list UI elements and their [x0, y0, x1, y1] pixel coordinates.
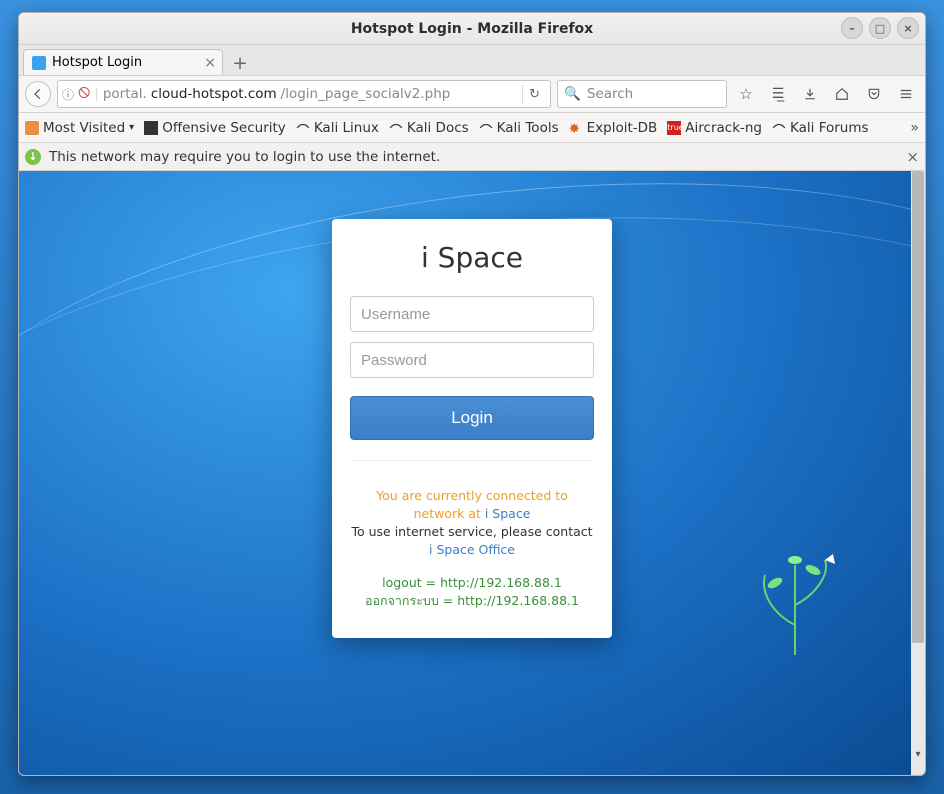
login-button[interactable]: Login: [350, 396, 594, 440]
library-icon[interactable]: ☰̲: [765, 81, 791, 107]
scroll-down-arrow-icon[interactable]: ▾: [911, 747, 925, 761]
site-icon: [144, 121, 158, 135]
logout-url-alt: ออกจากระบบ = http://192.168.88.1: [365, 593, 579, 608]
tab-strip: Hotspot Login × +: [19, 45, 925, 75]
tab-favicon: [32, 56, 46, 70]
window-titlebar: Hotspot Login - Mozilla Firefox – □ ×: [19, 13, 925, 45]
home-button[interactable]: [829, 81, 855, 107]
bookmark-exploit-db[interactable]: ✸ Exploit-DB: [569, 120, 658, 136]
bookmark-label: Exploit-DB: [587, 120, 658, 136]
navigation-toolbar: ⓘ 🛇 | portal.cloud-hotspot.com/login_pag…: [19, 75, 925, 113]
bookmark-kali-linux[interactable]: Kali Linux: [296, 120, 379, 136]
url-prefix: portal.: [103, 86, 147, 102]
bookmark-label: Aircrack-ng: [685, 120, 762, 136]
password-input[interactable]: [350, 342, 594, 378]
network-name: i Space: [485, 506, 531, 521]
new-tab-button[interactable]: +: [227, 51, 253, 75]
site-icon: ✸: [569, 121, 583, 135]
menu-button[interactable]: [893, 81, 919, 107]
bookmark-kali-docs[interactable]: Kali Docs: [389, 120, 469, 136]
hamburger-icon: [899, 87, 913, 101]
site-icon: [296, 121, 310, 135]
bookmark-label: Kali Linux: [314, 120, 379, 136]
url-path: /login_page_socialv2.php: [281, 86, 451, 102]
bookmarks-overflow-button[interactable]: »: [910, 120, 919, 136]
logout-url: logout = http://192.168.88.1: [382, 575, 562, 590]
bookmarks-toolbar: Most Visited ▾ Offensive Security Kali L…: [19, 113, 925, 143]
search-bar[interactable]: 🔍 Search: [557, 80, 727, 108]
browser-window: Hotspot Login - Mozilla Firefox – □ × Ho…: [18, 12, 926, 776]
pocket-icon: [867, 87, 881, 101]
window-maximize-button[interactable]: □: [869, 17, 891, 39]
home-icon: [835, 87, 849, 101]
bookmark-label: Most Visited: [43, 120, 125, 136]
site-icon: [772, 121, 786, 135]
bookmark-kali-forums[interactable]: Kali Forums: [772, 120, 869, 136]
bookmark-star-button[interactable]: ☆: [733, 81, 759, 107]
site-icon: [479, 121, 493, 135]
tab-close-button[interactable]: ×: [204, 55, 216, 71]
downloads-button[interactable]: [797, 81, 823, 107]
status-line1: You are currently connected to network a…: [376, 488, 568, 521]
tab-label: Hotspot Login: [52, 55, 142, 70]
window-title: Hotspot Login - Mozilla Firefox: [351, 21, 593, 37]
back-button[interactable]: [25, 81, 51, 107]
bookmark-most-visited[interactable]: Most Visited ▾: [25, 120, 134, 136]
scrollbar-thumb[interactable]: [912, 171, 924, 643]
chevron-down-icon: ▾: [129, 122, 134, 133]
infobar-text: This network may require you to login to…: [49, 149, 440, 165]
window-close-button[interactable]: ×: [897, 17, 919, 39]
username-input[interactable]: [350, 296, 594, 332]
search-icon: 🔍: [564, 86, 581, 102]
divider: [350, 460, 594, 461]
office-name: i Space Office: [429, 542, 515, 557]
bookmark-offensive-security[interactable]: Offensive Security: [144, 120, 286, 136]
bookmark-label: Kali Tools: [497, 120, 559, 136]
search-placeholder: Search: [587, 86, 633, 102]
download-icon: [803, 87, 817, 101]
scrollbar-corner: [911, 761, 925, 775]
notification-infobar: ↓ This network may require you to login …: [19, 143, 925, 171]
vertical-scrollbar[interactable]: ▾: [911, 171, 925, 761]
status-line2: To use internet service, please contact: [351, 524, 592, 539]
bookmark-label: Kali Forums: [790, 120, 869, 136]
pocket-button[interactable]: [861, 81, 887, 107]
window-minimize-button[interactable]: –: [841, 17, 863, 39]
site-info-icon[interactable]: ⓘ: [62, 86, 74, 103]
bookmark-aircrack-ng[interactable]: true Aircrack-ng: [667, 120, 762, 136]
reload-button[interactable]: ↻: [522, 85, 546, 104]
url-domain: cloud-hotspot.com: [151, 86, 277, 102]
back-arrow-icon: [31, 87, 45, 101]
login-panel: i Space Login You are currently connecte…: [332, 219, 612, 638]
address-bar[interactable]: ⓘ 🛇 | portal.cloud-hotspot.com/login_pag…: [57, 80, 551, 108]
bookmark-kali-tools[interactable]: Kali Tools: [479, 120, 559, 136]
browser-tab[interactable]: Hotspot Login ×: [23, 49, 223, 75]
site-icon: true: [667, 121, 681, 135]
status-message: You are currently connected to network a…: [350, 487, 594, 610]
permissions-icon[interactable]: 🛇: [78, 84, 90, 105]
login-title: i Space: [350, 241, 594, 274]
infobar-close-button[interactable]: ×: [906, 148, 919, 166]
bookmark-label: Offensive Security: [162, 120, 286, 136]
site-icon: [389, 121, 403, 135]
folder-icon: [25, 121, 39, 135]
bookmark-label: Kali Docs: [407, 120, 469, 136]
page-content: i Space Login You are currently connecte…: [19, 171, 925, 775]
info-icon: ↓: [25, 149, 41, 165]
